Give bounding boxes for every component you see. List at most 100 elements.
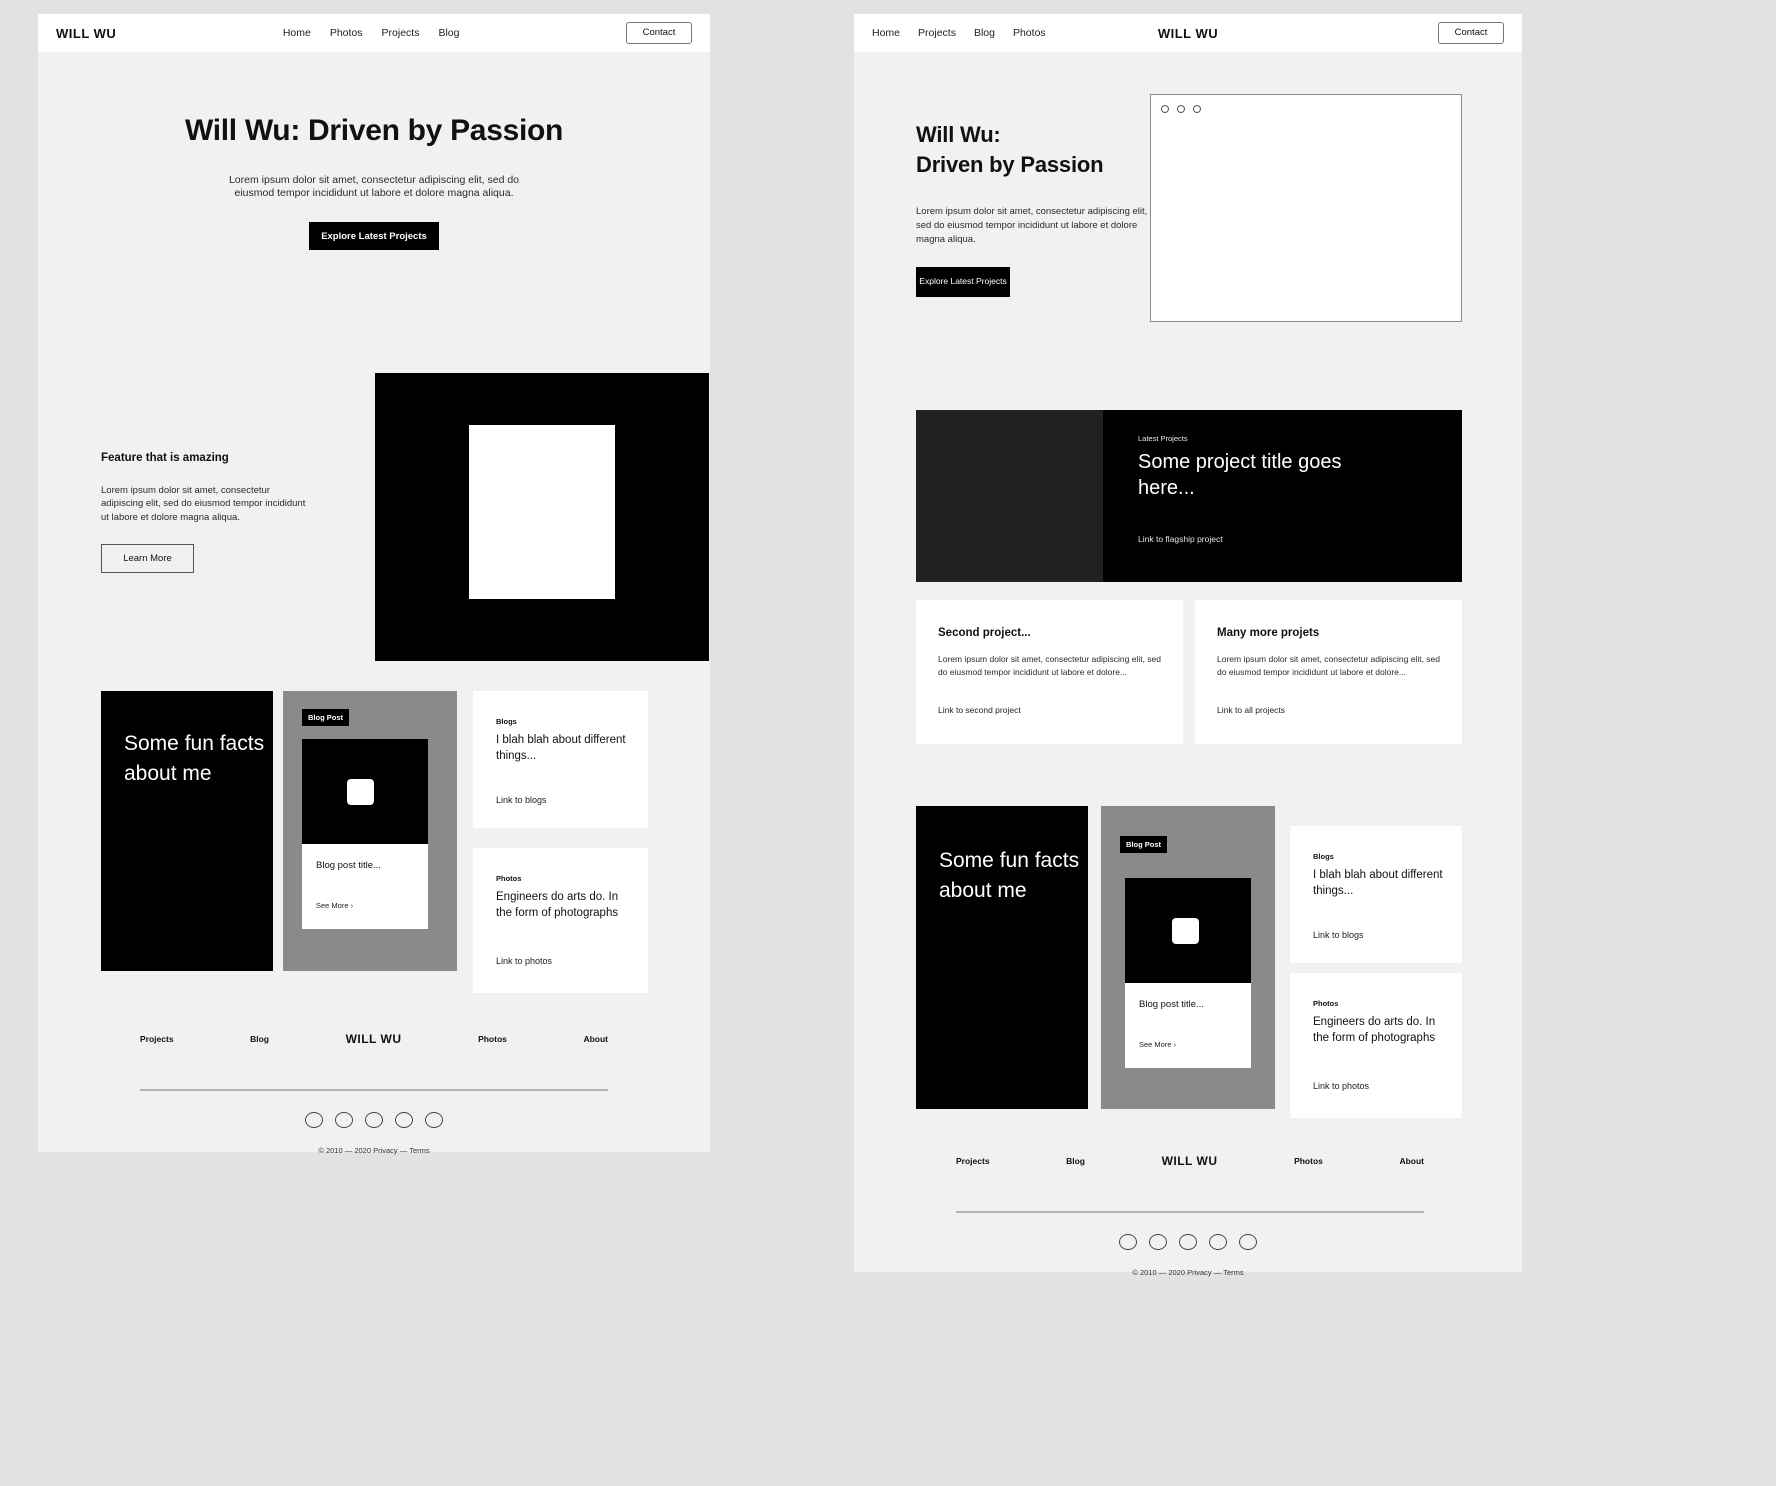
photos-card-label: Photos: [496, 874, 522, 883]
footer-link-photos[interactable]: Photos: [1294, 1156, 1323, 1166]
primary-nav: Home Photos Projects Blog: [283, 27, 460, 39]
footer-link-blog[interactable]: Blog: [1066, 1156, 1085, 1166]
blog-post-card[interactable]: Blog Post Blog post title... See More ›: [1101, 806, 1275, 1109]
project-card-title: Second project...: [938, 627, 1031, 639]
nav-link-blog[interactable]: Blog: [438, 27, 459, 39]
nav-link-projects[interactable]: Projects: [382, 27, 420, 39]
project-card[interactable]: Second project... Lorem ipsum dolor sit …: [916, 600, 1183, 744]
window-circle-icon[interactable]: [1193, 105, 1201, 113]
social-icon-row: [38, 1112, 710, 1128]
right-wireframe-page: Home Projects Blog Photos WILL WU Contac…: [854, 14, 1522, 1277]
window-circle-icon[interactable]: [1161, 105, 1169, 113]
copyright-text: © 2010 — 2020 Privacy — Terms: [318, 1146, 430, 1155]
contact-button[interactable]: Contact: [625, 22, 692, 44]
photos-card[interactable]: Photos Engineers do arts do. In the form…: [473, 848, 648, 993]
window-circle-icon[interactable]: [1177, 105, 1185, 113]
blog-post-chip: Blog Post: [302, 709, 349, 726]
blog-post-card[interactable]: Blog Post Blog post title... See More ›: [283, 691, 457, 971]
left-hero-section: Will Wu: Driven by Passion Lorem ipsum d…: [38, 114, 710, 251]
nav-link-home[interactable]: Home: [283, 27, 311, 39]
photos-card-label: Photos: [1313, 999, 1339, 1008]
photos-card-headline: Engineers do arts do. In the form of pho…: [496, 891, 619, 919]
contact-button[interactable]: Contact: [1438, 22, 1504, 44]
learn-more-button[interactable]: Learn More: [101, 544, 194, 574]
brand-logo[interactable]: WILL WU: [854, 26, 1522, 41]
footer-divider: [956, 1211, 1424, 1213]
social-circle-icon[interactable]: [365, 1112, 383, 1128]
flagship-project-banner[interactable]: Latest Projects Some project title goes …: [916, 410, 1462, 582]
photos-card-link[interactable]: Link to photos: [496, 956, 552, 966]
footer-divider: [140, 1089, 608, 1091]
blogs-card-link[interactable]: Link to blogs: [1313, 930, 1364, 940]
project-card-title: Many more projets: [1217, 627, 1320, 639]
project-card[interactable]: Many more projets Lorem ipsum dolor sit …: [1195, 600, 1462, 744]
blogs-card-label: Blogs: [496, 717, 517, 726]
blogs-card-headline: I blah blah about different things...: [1313, 869, 1443, 897]
blog-post-body: Blog post title... See More ›: [1125, 983, 1251, 1068]
brand-logo[interactable]: WILL WU: [56, 26, 116, 41]
blogs-card-label: Blogs: [1313, 852, 1334, 861]
blog-post-title: Blog post title...: [316, 860, 381, 871]
copyright-text: © 2010 — 2020 Privacy — Terms: [1132, 1268, 1244, 1277]
social-circle-icon[interactable]: [335, 1112, 353, 1128]
footer-link-about[interactable]: About: [583, 1034, 608, 1044]
nav-link-photos[interactable]: Photos: [330, 27, 363, 39]
footer-link-about[interactable]: About: [1399, 1156, 1424, 1166]
social-circle-icon[interactable]: [1239, 1234, 1257, 1250]
footer-link-projects[interactable]: Projects: [140, 1034, 174, 1044]
social-circle-icon[interactable]: [305, 1112, 323, 1128]
photos-card-link[interactable]: Link to photos: [1313, 1081, 1369, 1091]
social-circle-icon[interactable]: [1209, 1234, 1227, 1250]
explore-latest-projects-button[interactable]: Explore Latest Projects: [916, 266, 1010, 297]
blog-post-body: Blog post title... See More ›: [302, 844, 428, 929]
left-content-cards: Some fun facts about me Blog Post Blog p…: [101, 691, 648, 993]
blog-post-thumbnail: [302, 739, 428, 844]
project-card-body: Lorem ipsum dolor sit amet, consectetur …: [1217, 654, 1440, 677]
right-hero-section: Will Wu: Driven by Passion Lorem ipsum do…: [916, 120, 1156, 297]
blogs-card[interactable]: Blogs I blah blah about different things…: [473, 691, 648, 828]
blogs-card-link[interactable]: Link to blogs: [496, 795, 547, 805]
project-card-body: Lorem ipsum dolor sit amet, consectetur …: [938, 654, 1161, 677]
feature-body: Lorem ipsum dolor sit amet, consectetur …: [101, 485, 306, 523]
hero-title: Will Wu: Driven by Passion: [916, 120, 1156, 179]
hero-title: Will Wu: Driven by Passion: [184, 114, 564, 147]
social-circle-icon[interactable]: [1179, 1234, 1197, 1250]
blog-post-chip: Blog Post: [1120, 836, 1167, 853]
thumbnail-inner-shape: [1172, 918, 1199, 944]
see-more-link[interactable]: See More ›: [1139, 1040, 1176, 1049]
footer-brand-logo[interactable]: WILL WU: [1162, 1154, 1218, 1168]
blogs-card[interactable]: Blogs I blah blah about different things…: [1290, 826, 1462, 963]
project-card-link[interactable]: Link to all projects: [1217, 705, 1285, 715]
left-wireframe-page: WILL WU Home Photos Projects Blog Contac…: [38, 14, 710, 1155]
right-navbar: Home Projects Blog Photos WILL WU Contac…: [854, 14, 1522, 52]
footer-link-photos[interactable]: Photos: [478, 1034, 507, 1044]
feature-image-placeholder: [375, 373, 709, 661]
browser-window-controls: [1161, 105, 1201, 113]
footer-link-projects[interactable]: Projects: [956, 1156, 990, 1166]
fun-facts-card[interactable]: Some fun facts about me: [916, 806, 1088, 1109]
blog-post-thumbnail: [1125, 878, 1251, 983]
flagship-project-link[interactable]: Link to flagship project: [1138, 534, 1223, 544]
hero-title-line2: Driven by Passion: [916, 151, 1104, 177]
feature-title: Feature that is amazing: [101, 452, 229, 464]
footer-link-blog[interactable]: Blog: [250, 1034, 269, 1044]
explore-latest-projects-button[interactable]: Explore Latest Projects: [309, 222, 439, 251]
blogs-card-headline: I blah blah about different things...: [496, 734, 626, 762]
social-circle-icon[interactable]: [395, 1112, 413, 1128]
social-icon-row: [854, 1234, 1522, 1250]
project-card-link[interactable]: Link to second project: [938, 705, 1021, 715]
social-circle-icon[interactable]: [1149, 1234, 1167, 1250]
canvas: WILL WU Home Photos Projects Blog Contac…: [0, 0, 1776, 1486]
hero-body: Lorem ipsum dolor sit amet, consectetur …: [916, 206, 1148, 245]
left-feature-section: Feature that is amazing Lorem ipsum dolo…: [101, 452, 311, 574]
social-circle-icon[interactable]: [425, 1112, 443, 1128]
footer-brand-logo[interactable]: WILL WU: [346, 1032, 402, 1046]
see-more-link[interactable]: See More ›: [316, 901, 353, 910]
left-navbar: WILL WU Home Photos Projects Blog Contac…: [38, 14, 710, 52]
photos-card[interactable]: Photos Engineers do arts do. In the form…: [1290, 973, 1462, 1118]
hero-body: Lorem ipsum dolor sit amet, consectetur …: [228, 174, 520, 200]
social-circle-icon[interactable]: [1119, 1234, 1137, 1250]
flagship-project-title: Some project title goes here...: [1138, 451, 1342, 499]
photos-card-headline: Engineers do arts do. In the form of pho…: [1313, 1016, 1436, 1044]
fun-facts-card[interactable]: Some fun facts about me: [101, 691, 273, 971]
